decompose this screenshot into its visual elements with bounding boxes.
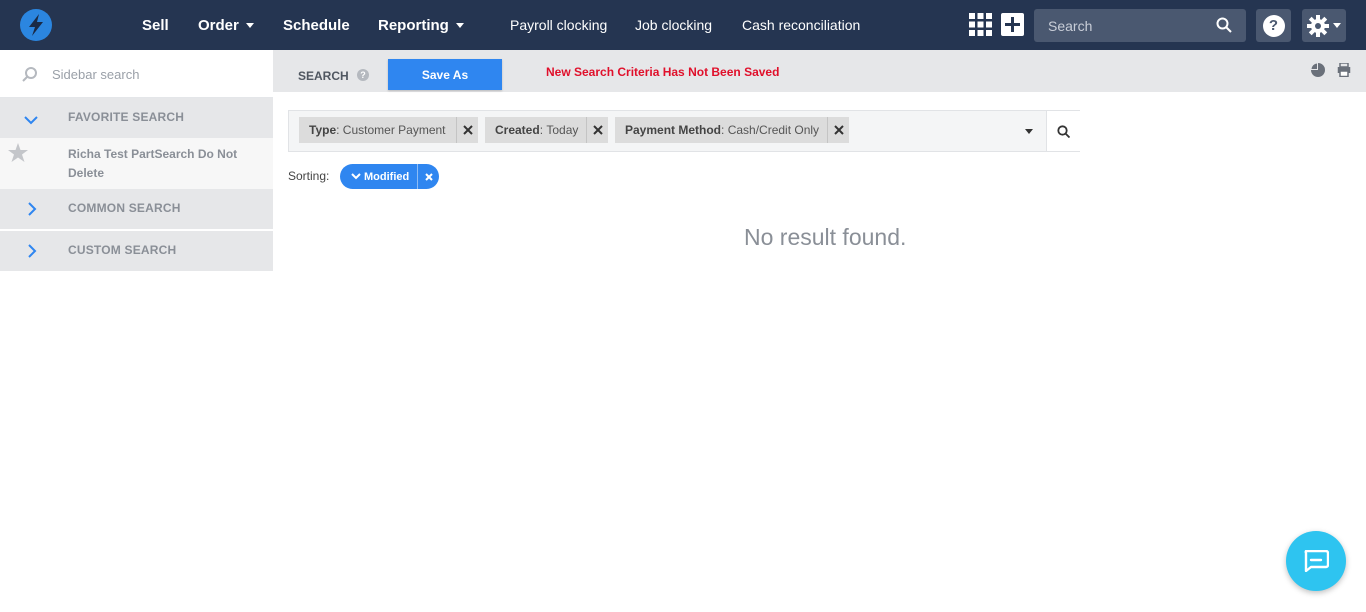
filter-key: Payment Method — [625, 123, 722, 137]
nav-schedule-label: Schedule — [283, 16, 350, 34]
filter-value: Cash/Credit Only — [727, 123, 820, 137]
chevron-down-icon — [1333, 23, 1341, 28]
nav-reporting-label: Reporting — [378, 16, 449, 34]
help-icon: ? — [1262, 14, 1285, 37]
filter-chip-created[interactable]: Created: Today — [485, 117, 608, 143]
close-icon[interactable] — [827, 117, 849, 143]
search-icon — [21, 66, 39, 89]
sidebar-item-favorite[interactable]: Richa Test PartSearch Do Not Delete — [0, 138, 273, 190]
chevron-down-icon — [24, 112, 38, 130]
filter-search-button[interactable] — [1046, 111, 1080, 151]
sorting-pill[interactable]: Modified — [340, 164, 439, 189]
nav-payroll-clocking-label: Payroll clocking — [510, 17, 608, 33]
help-icon[interactable]: ? — [357, 69, 369, 81]
filter-colon: : — [336, 123, 343, 137]
chevron-down-icon — [351, 173, 361, 180]
print-icon[interactable] — [1337, 62, 1351, 82]
sidebar-search-input[interactable] — [52, 60, 252, 88]
filter-colon: : — [539, 123, 547, 137]
filter-colon: : — [721, 123, 728, 137]
sidebar-section-title: COMMON SEARCH — [68, 201, 181, 215]
search-toolbar: SEARCH ? Save As New Search Criteria Has… — [273, 50, 1366, 92]
logo-bolt-icon[interactable] — [20, 9, 52, 41]
nav-schedule[interactable]: Schedule — [283, 0, 350, 50]
sidebar-section-custom[interactable]: CUSTOM SEARCH — [0, 231, 273, 271]
chat-button[interactable] — [1286, 531, 1346, 591]
sidebar: FAVORITE SEARCH Richa Test PartSearch Do… — [0, 50, 273, 612]
search-label: SEARCH — [298, 69, 349, 83]
sidebar-section-common[interactable]: COMMON SEARCH — [0, 189, 273, 229]
filter-value: Customer Payment — [342, 123, 446, 137]
sidebar-section-title: CUSTOM SEARCH — [68, 243, 177, 257]
nav-order-label: Order — [198, 16, 239, 34]
star-icon[interactable] — [8, 143, 28, 167]
nav-cash-reconciliation-label: Cash reconciliation — [742, 17, 861, 33]
apps-grid-icon[interactable] — [969, 13, 992, 36]
nav-payroll-clocking[interactable]: Payroll clocking — [510, 0, 607, 50]
settings-button[interactable] — [1302, 9, 1346, 42]
filter-key: Type — [309, 123, 337, 137]
chevron-right-icon — [27, 202, 37, 221]
nav-order[interactable]: Order — [198, 0, 254, 50]
filter-value: Today — [546, 123, 579, 137]
search-icon — [1057, 124, 1070, 138]
search-icon[interactable] — [1215, 16, 1233, 34]
nav-sell-label: Sell — [142, 16, 169, 34]
sidebar-item-label: Richa Test PartSearch Do Not Delete — [68, 147, 238, 180]
close-icon[interactable] — [586, 117, 608, 143]
save-as-button[interactable]: Save As — [388, 59, 502, 90]
empty-results-message: No result found. — [744, 224, 907, 250]
nav-sell[interactable]: Sell — [142, 0, 169, 50]
sidebar-section-favorite[interactable]: FAVORITE SEARCH — [0, 98, 273, 138]
filter-chip-payment-method[interactable]: Payment Method: Cash/Credit Only — [615, 117, 849, 143]
nav-reporting[interactable]: Reporting — [378, 0, 464, 50]
gear-icon — [1307, 14, 1329, 37]
plus-icon[interactable] — [1001, 13, 1024, 36]
chevron-down-icon — [245, 22, 254, 28]
sidebar-section-title: FAVORITE SEARCH — [68, 110, 185, 124]
unsaved-warning: New Search Criteria Has Not Been Saved — [546, 65, 780, 79]
chat-bubble-icon — [1303, 550, 1329, 572]
top-navbar: Sell Order Schedule Reporting Payroll cl… — [0, 0, 1366, 50]
sorting-value: Modified — [364, 170, 410, 183]
nav-cash-reconciliation[interactable]: Cash reconciliation — [742, 0, 860, 50]
sidebar-search — [0, 50, 273, 98]
global-search — [1034, 9, 1246, 42]
filter-key: Created — [495, 123, 540, 137]
close-icon[interactable] — [456, 117, 478, 143]
pie-chart-icon[interactable] — [1311, 63, 1325, 82]
nav-job-clocking[interactable]: Job clocking — [635, 0, 712, 50]
chevron-right-icon — [27, 244, 37, 263]
close-icon[interactable] — [417, 164, 439, 189]
filter-chip-type[interactable]: Type: Customer Payment — [299, 117, 478, 143]
nav-job-clocking-label: Job clocking — [635, 17, 713, 33]
chevron-down-icon — [455, 22, 464, 28]
chevron-down-icon[interactable] — [1025, 129, 1033, 134]
help-button[interactable]: ? — [1256, 9, 1291, 42]
filter-bar: Type: Customer Payment Created: Today Pa… — [288, 110, 1080, 152]
search-input[interactable] — [1034, 9, 1214, 42]
sorting-label: Sorting: — [288, 169, 330, 183]
